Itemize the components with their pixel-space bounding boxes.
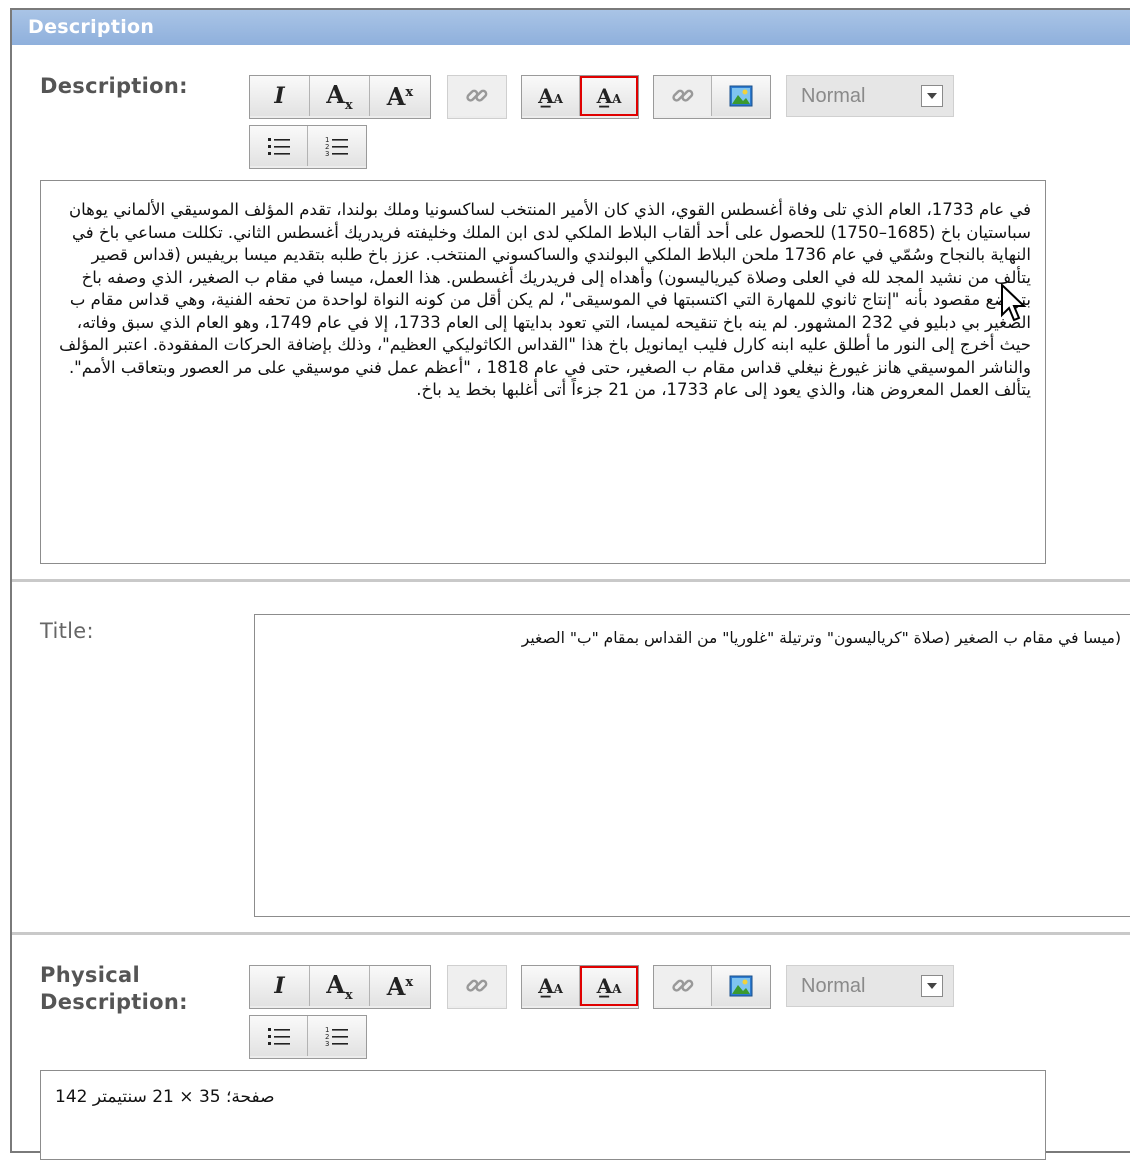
section-header: Description bbox=[12, 10, 1130, 45]
font-size-decrease-button[interactable]: A̲A bbox=[580, 76, 638, 116]
bullet-list-button[interactable] bbox=[250, 1016, 308, 1056]
numbered-list-button[interactable]: 123 bbox=[308, 126, 366, 166]
physical-label-line2: Description: bbox=[40, 990, 188, 1014]
font-size-increase-button[interactable]: A̲A bbox=[522, 76, 580, 116]
physical-label-line1: Physical bbox=[40, 963, 140, 987]
font-size-group: A̲A A̲A bbox=[521, 965, 639, 1009]
unlink-icon bbox=[671, 979, 693, 992]
font-size-group: A̲A A̲A bbox=[521, 75, 639, 119]
media-group bbox=[653, 965, 771, 1009]
font-size-increase-icon: A̲A bbox=[538, 84, 563, 108]
title-textarea[interactable]: (ميسا في مقام ب الصغير (صلاة "كرياليسون"… bbox=[254, 614, 1130, 917]
media-group bbox=[653, 75, 771, 119]
unlink-button[interactable] bbox=[654, 76, 712, 116]
font-size-decrease-button[interactable]: A̲A bbox=[580, 966, 638, 1006]
subscript-button[interactable]: Ax bbox=[310, 76, 370, 116]
description-textarea[interactable]: في عام 1733، العام الذي تلى وفاة أغسطس ا… bbox=[40, 180, 1046, 564]
title-label: Title: bbox=[40, 619, 94, 643]
italic-icon: I bbox=[274, 83, 285, 109]
subscript-icon: Ax bbox=[326, 79, 353, 113]
description-label: Description: bbox=[40, 74, 188, 98]
unlink-icon bbox=[671, 89, 693, 102]
format-select[interactable]: Normal bbox=[786, 75, 954, 117]
font-size-decrease-icon: A̲A bbox=[596, 84, 622, 108]
section-divider bbox=[12, 932, 1130, 935]
physical-description-textarea[interactable]: صفحة؛ 35 × 21 سنتيمتر 142 bbox=[40, 1070, 1046, 1160]
link-group bbox=[447, 965, 507, 1009]
link-button[interactable] bbox=[448, 966, 506, 1006]
list-group: 123 bbox=[249, 1015, 367, 1059]
italic-button[interactable]: I bbox=[250, 966, 310, 1006]
subscript-button[interactable]: Ax bbox=[310, 966, 370, 1006]
numbered-list-icon: 123 bbox=[325, 1026, 348, 1047]
text-style-group: I Ax Ax bbox=[249, 75, 431, 119]
superscript-icon: Ax bbox=[386, 81, 414, 111]
text-style-group: I Ax Ax bbox=[249, 965, 431, 1009]
physical-toolbar: I Ax Ax A̲A A̲A Normal 123 bbox=[249, 965, 969, 1059]
bullet-list-icon bbox=[267, 1028, 290, 1045]
image-button[interactable] bbox=[712, 76, 770, 116]
numbered-list-icon: 123 bbox=[325, 136, 348, 157]
italic-icon: I bbox=[274, 973, 285, 999]
superscript-icon: Ax bbox=[386, 971, 414, 1001]
font-size-increase-button[interactable]: A̲A bbox=[522, 966, 580, 1006]
svg-text:3: 3 bbox=[325, 1040, 329, 1047]
link-group bbox=[447, 75, 507, 119]
format-select[interactable]: Normal bbox=[786, 965, 954, 1007]
image-icon bbox=[729, 85, 753, 107]
description-toolbar: I Ax Ax A̲A A̲A Normal 123 bbox=[249, 75, 969, 169]
superscript-button[interactable]: Ax bbox=[370, 966, 430, 1006]
link-icon bbox=[466, 979, 488, 992]
numbered-list-button[interactable]: 123 bbox=[308, 1016, 366, 1056]
superscript-button[interactable]: Ax bbox=[370, 76, 430, 116]
chevron-down-icon[interactable] bbox=[921, 85, 943, 107]
font-size-decrease-icon: A̲A bbox=[596, 974, 622, 998]
italic-button[interactable]: I bbox=[250, 76, 310, 116]
section-divider bbox=[12, 579, 1130, 582]
link-button[interactable] bbox=[448, 76, 506, 116]
subscript-icon: Ax bbox=[326, 969, 353, 1003]
svg-text:3: 3 bbox=[325, 150, 329, 157]
image-button[interactable] bbox=[712, 966, 770, 1006]
list-group: 123 bbox=[249, 125, 367, 169]
physical-description-label: Physical Description: bbox=[40, 962, 188, 1016]
mouse-cursor-icon bbox=[1001, 283, 1027, 322]
image-icon bbox=[729, 975, 753, 997]
unlink-button[interactable] bbox=[654, 966, 712, 1006]
format-select-value: Normal bbox=[801, 85, 866, 107]
link-icon bbox=[466, 89, 488, 102]
bullet-list-icon bbox=[267, 138, 290, 155]
chevron-down-icon[interactable] bbox=[921, 975, 943, 997]
format-select-value: Normal bbox=[801, 975, 866, 997]
bullet-list-button[interactable] bbox=[250, 126, 308, 166]
physical-description-value: صفحة؛ 35 × 21 سنتيمتر 142 bbox=[55, 1087, 275, 1107]
font-size-increase-icon: A̲A bbox=[538, 974, 563, 998]
